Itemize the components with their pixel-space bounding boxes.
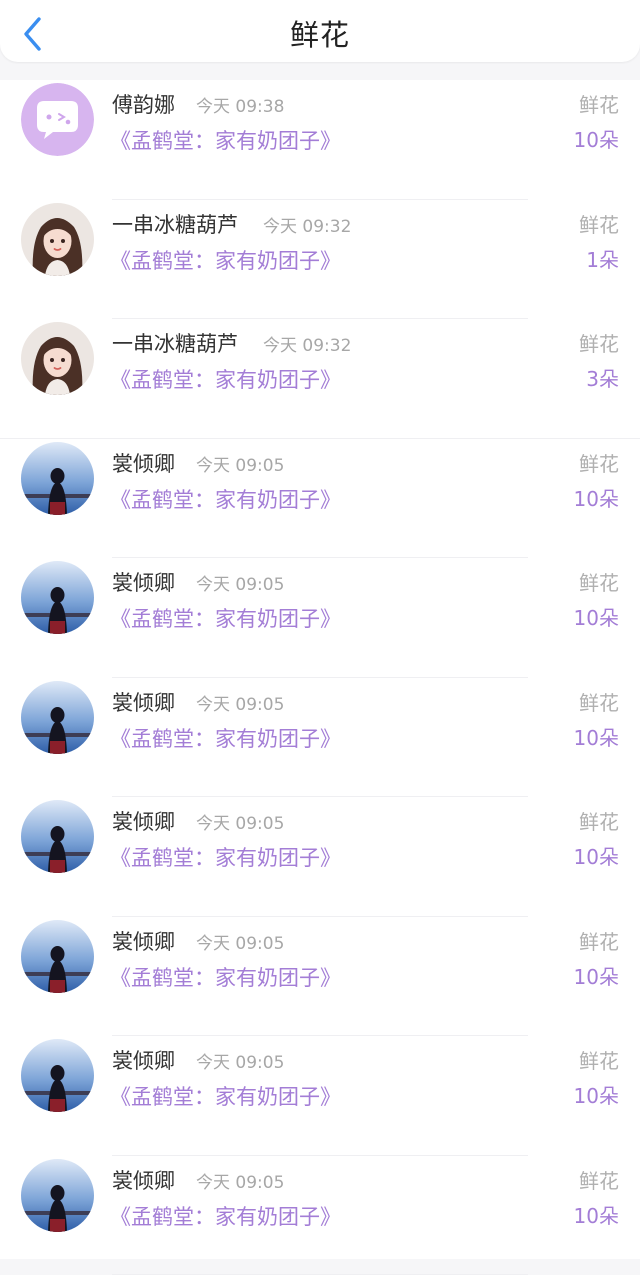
gift-type-label: 鲜花 [579, 209, 619, 238]
gift-time: 今天 09:05 [196, 809, 284, 834]
page-title: 鲜花 [0, 12, 640, 54]
gift-type-label: 鲜花 [579, 1045, 619, 1074]
gift-time: 今天 09:05 [196, 451, 284, 476]
gift-time: 今天 09:05 [196, 570, 284, 595]
book-title-link[interactable]: 《孟鹤堂：家有奶团子》 [110, 1201, 341, 1231]
chat-bubble-icon [21, 83, 94, 156]
list-item[interactable]: 裳倾卿 今天 09:05 《孟鹤堂：家有奶团子》 鲜花 10朵 [0, 1156, 640, 1275]
user-name[interactable]: 傅韵娜 [112, 89, 175, 119]
gift-type-label: 鲜花 [579, 926, 619, 955]
gift-time: 今天 09:05 [196, 1048, 284, 1073]
user-name[interactable]: 一串冰糖葫芦 [112, 209, 238, 239]
gift-time: 今天 09:38 [196, 92, 284, 117]
gift-type-label: 鲜花 [579, 328, 619, 357]
user-name[interactable]: 裳倾卿 [112, 687, 175, 717]
gift-time: 今天 09:05 [196, 929, 284, 954]
gift-type-label: 鲜花 [579, 89, 619, 118]
avatar[interactable] [21, 681, 94, 754]
seaside-silhouette-avatar [21, 1159, 94, 1232]
list-item[interactable]: 裳倾卿 今天 09:05 《孟鹤堂：家有奶团子》 鲜花 10朵 [0, 678, 640, 798]
user-name[interactable]: 裳倾卿 [112, 926, 175, 956]
seaside-silhouette-avatar [21, 561, 94, 634]
user-name[interactable]: 裳倾卿 [112, 1045, 175, 1075]
book-title-link[interactable]: 《孟鹤堂：家有奶团子》 [110, 603, 341, 633]
gift-time: 今天 09:05 [196, 1168, 284, 1193]
user-name[interactable]: 一串冰糖葫芦 [112, 328, 238, 358]
book-title-link[interactable]: 《孟鹤堂：家有奶团子》 [110, 962, 341, 992]
avatar[interactable] [21, 83, 94, 156]
avatar[interactable] [21, 920, 94, 993]
book-title-link[interactable]: 《孟鹤堂：家有奶团子》 [110, 125, 341, 155]
avatar[interactable] [21, 322, 94, 395]
list-item[interactable]: 一串冰糖葫芦 今天 09:32 《孟鹤堂：家有奶团子》 鲜花 1朵 [0, 200, 640, 320]
top-nav-bar: 鲜花 [0, 0, 640, 62]
gift-type-label: 鲜花 [579, 806, 619, 835]
list-item[interactable]: 裳倾卿 今天 09:05 《孟鹤堂：家有奶团子》 鲜花 10朵 [0, 439, 640, 559]
gift-count: 10朵 [574, 1200, 619, 1229]
book-title-link[interactable]: 《孟鹤堂：家有奶团子》 [110, 484, 341, 514]
avatar[interactable] [21, 203, 94, 276]
girl-portrait-avatar [21, 322, 94, 395]
list-item[interactable]: 裳倾卿 今天 09:05 《孟鹤堂：家有奶团子》 鲜花 10朵 [0, 917, 640, 1037]
list-item[interactable]: 裳倾卿 今天 09:05 《孟鹤堂：家有奶团子》 鲜花 10朵 [0, 1036, 640, 1156]
list-item[interactable]: 傅韵娜 今天 09:38 《孟鹤堂：家有奶团子》 鲜花 10朵 [0, 80, 640, 200]
list-item[interactable]: 裳倾卿 今天 09:05 《孟鹤堂：家有奶团子》 鲜花 10朵 [0, 797, 640, 917]
gift-type-label: 鲜花 [579, 448, 619, 477]
gift-count: 1朵 [586, 244, 619, 273]
list-item[interactable]: 裳倾卿 今天 09:05 《孟鹤堂：家有奶团子》 鲜花 10朵 [0, 558, 640, 678]
user-name[interactable]: 裳倾卿 [112, 448, 175, 478]
user-name[interactable]: 裳倾卿 [112, 567, 175, 597]
seaside-silhouette-avatar [21, 442, 94, 515]
gift-time: 今天 09:32 [263, 212, 351, 237]
gift-type-label: 鲜花 [579, 687, 619, 716]
gift-count: 10朵 [574, 602, 619, 631]
book-title-link[interactable]: 《孟鹤堂：家有奶团子》 [110, 364, 341, 394]
gift-count: 10朵 [574, 961, 619, 990]
seaside-silhouette-avatar [21, 1039, 94, 1112]
avatar[interactable] [21, 800, 94, 873]
avatar[interactable] [21, 561, 94, 634]
avatar[interactable] [21, 1039, 94, 1112]
avatar[interactable] [21, 1159, 94, 1232]
gift-count: 10朵 [574, 1080, 619, 1109]
gift-time: 今天 09:32 [263, 331, 351, 356]
flower-record-list[interactable]: 傅韵娜 今天 09:38 《孟鹤堂：家有奶团子》 鲜花 10朵 一串冰糖葫芦 今… [0, 80, 640, 1259]
book-title-link[interactable]: 《孟鹤堂：家有奶团子》 [110, 723, 341, 753]
gift-time: 今天 09:05 [196, 690, 284, 715]
gift-type-label: 鲜花 [579, 567, 619, 596]
user-name[interactable]: 裳倾卿 [112, 806, 175, 836]
gift-count: 3朵 [586, 363, 619, 392]
book-title-link[interactable]: 《孟鹤堂：家有奶团子》 [110, 842, 341, 872]
gift-count: 10朵 [574, 483, 619, 512]
gift-type-label: 鲜花 [579, 1165, 619, 1194]
gift-count: 10朵 [574, 722, 619, 751]
user-name[interactable]: 裳倾卿 [112, 1165, 175, 1195]
list-item[interactable]: 一串冰糖葫芦 今天 09:32 《孟鹤堂：家有奶团子》 鲜花 3朵 [0, 319, 640, 439]
gift-count: 10朵 [574, 124, 619, 153]
book-title-link[interactable]: 《孟鹤堂：家有奶团子》 [110, 245, 341, 275]
girl-portrait-avatar [21, 203, 94, 276]
seaside-silhouette-avatar [21, 920, 94, 993]
avatar[interactable] [21, 442, 94, 515]
seaside-silhouette-avatar [21, 681, 94, 754]
book-title-link[interactable]: 《孟鹤堂：家有奶团子》 [110, 1081, 341, 1111]
seaside-silhouette-avatar [21, 800, 94, 873]
gift-count: 10朵 [574, 841, 619, 870]
